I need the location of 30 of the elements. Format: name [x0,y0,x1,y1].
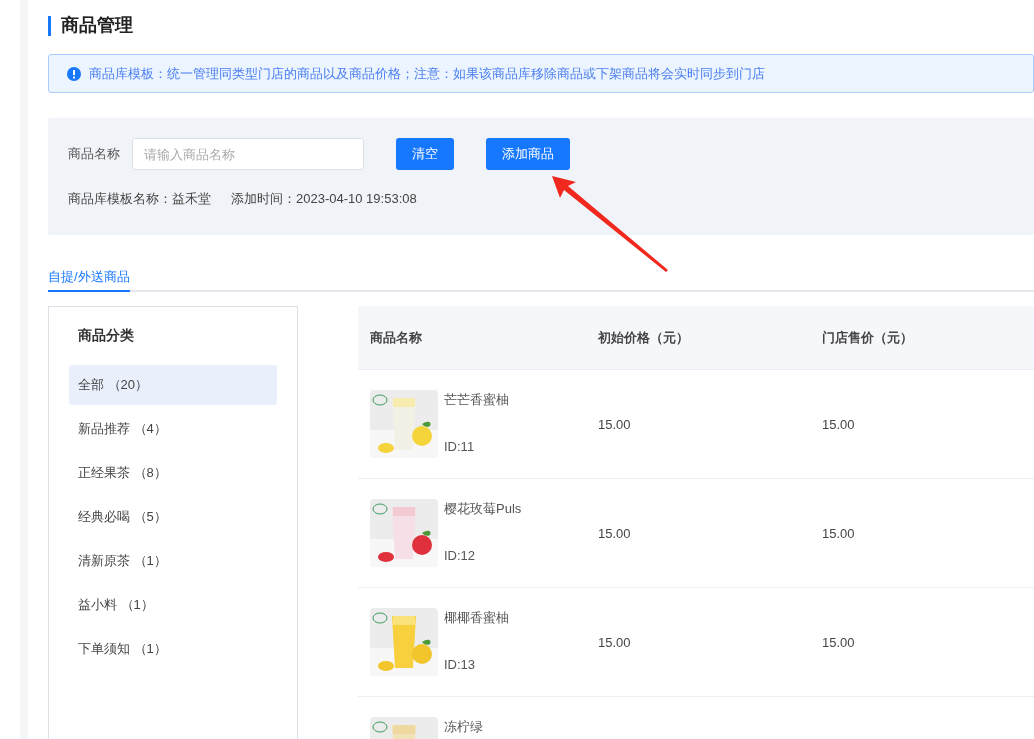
table-cell: 15.00 [597,417,631,432]
clear-button[interactable]: 清空 [396,138,454,170]
template-name: 益禾堂 [172,190,211,208]
product-id: ID:11 [444,437,476,456]
table-cell: 15.00 [597,526,631,541]
product-name: 椰椰香蜜柚 [444,609,509,627]
product-name: 樱花玫莓Puls [444,500,522,518]
table-cell: 15.00 [597,635,631,650]
page-title: 商品管理 [61,14,133,37]
column-header: 商品名称 [369,328,423,347]
product-id: ID:12 [444,546,477,565]
tab[interactable]: 自提/外送商品 [48,264,130,292]
category-item[interactable]: 全部 （20） [69,365,277,405]
info-icon [67,66,81,81]
category-title: 商品分类 [77,326,135,345]
field-label: 商品名称 [68,145,120,164]
search-field[interactable]: 请输入商品名称 [132,138,364,170]
product-id: ID:13 [444,655,477,674]
table-cell: 15.00 [822,635,855,650]
product-name: 芒芒香蜜柚 [444,391,509,409]
table-cell: 15.00 [822,417,855,432]
template-label: 商品库模板名称： [68,190,172,208]
column-header: 初始价格（元） [596,328,690,347]
add-button[interactable]: 添加商品 [486,138,570,170]
notice-text: 商品库模板：统一管理同类型门店的商品以及商品价格；注意：如果该商品库移除商品或下架商品将会实时同步到门店 [89,64,765,83]
product-name: 冻柠绿 [444,718,483,736]
table-cell: 15.00 [822,526,855,541]
time-value: 2023-04-10 19:53:08 [296,190,417,208]
time-label: 添加时间： [231,190,296,208]
column-header: 门店售价（元） [821,328,914,347]
